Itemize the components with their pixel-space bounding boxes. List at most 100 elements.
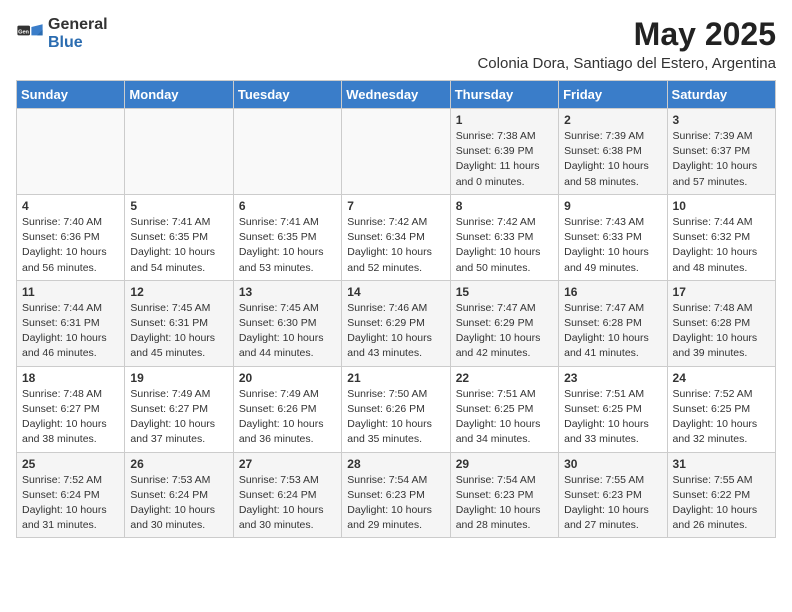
day-number: 14 — [347, 285, 444, 299]
calendar-cell: 24Sunrise: 7:52 AM Sunset: 6:25 PM Dayli… — [667, 366, 775, 452]
day-number: 16 — [564, 285, 661, 299]
calendar-cell: 12Sunrise: 7:45 AM Sunset: 6:31 PM Dayli… — [125, 280, 233, 366]
day-info: Sunrise: 7:41 AM Sunset: 6:35 PM Dayligh… — [130, 215, 227, 276]
calendar-cell: 13Sunrise: 7:45 AM Sunset: 6:30 PM Dayli… — [233, 280, 341, 366]
day-number: 10 — [673, 199, 770, 213]
subtitle: Colonia Dora, Santiago del Estero, Argen… — [477, 55, 776, 72]
day-number: 17 — [673, 285, 770, 299]
calendar-week-row: 4 Sunrise: 7:40 AM Sunset: 6:36 PM Daylig… — [17, 194, 776, 280]
calendar-cell: 19Sunrise: 7:49 AM Sunset: 6:27 PM Dayli… — [125, 366, 233, 452]
day-number: 27 — [239, 457, 336, 471]
calendar-cell: 5 Sunrise: 7:41 AM Sunset: 6:35 PM Daylig… — [125, 194, 233, 280]
day-info: Sunrise: 7:47 AM Sunset: 6:28 PM Dayligh… — [564, 301, 661, 362]
calendar-cell: 15 Sunrise: 7:47 AM Sunset: 6:29 PM Dayli… — [450, 280, 558, 366]
day-info: Sunrise: 7:54 AM Sunset: 6:23 PM Dayligh… — [456, 473, 553, 534]
calendar-cell: 23 Sunrise: 7:51 AM Sunset: 6:25 PM Dayli… — [559, 366, 667, 452]
day-number: 21 — [347, 371, 444, 385]
calendar-cell — [17, 109, 125, 195]
calendar-header-sunday: Sunday — [17, 81, 125, 109]
day-info: Sunrise: 7:44 AM Sunset: 6:32 PM Dayligh… — [673, 215, 770, 276]
calendar-cell: 3Sunrise: 7:39 AM Sunset: 6:37 PM Daylig… — [667, 109, 775, 195]
calendar-cell: 14 Sunrise: 7:46 AM Sunset: 6:29 PM Dayli… — [342, 280, 450, 366]
day-info: Sunrise: 7:38 AM Sunset: 6:39 PM Dayligh… — [456, 129, 553, 190]
day-number: 6 — [239, 199, 336, 213]
day-info: Sunrise: 7:45 AM Sunset: 6:30 PM Dayligh… — [239, 301, 336, 362]
day-info: Sunrise: 7:49 AM Sunset: 6:26 PM Dayligh… — [239, 387, 336, 448]
day-info: Sunrise: 7:39 AM Sunset: 6:37 PM Dayligh… — [673, 129, 770, 190]
calendar-cell: 28Sunrise: 7:54 AM Sunset: 6:23 PM Dayli… — [342, 452, 450, 538]
day-info: Sunrise: 7:46 AM Sunset: 6:29 PM Dayligh… — [347, 301, 444, 362]
calendar-week-row: 25 Sunrise: 7:52 AM Sunset: 6:24 PM Dayli… — [17, 452, 776, 538]
calendar-cell: 26 Sunrise: 7:53 AM Sunset: 6:24 PM Dayli… — [125, 452, 233, 538]
calendar-cell: 6 Sunrise: 7:41 AM Sunset: 6:35 PM Daylig… — [233, 194, 341, 280]
calendar-cell: 11 Sunrise: 7:44 AM Sunset: 6:31 PM Dayli… — [17, 280, 125, 366]
calendar-cell — [233, 109, 341, 195]
day-info: Sunrise: 7:51 AM Sunset: 6:25 PM Dayligh… — [564, 387, 661, 448]
day-number: 30 — [564, 457, 661, 471]
calendar-header-monday: Monday — [125, 81, 233, 109]
day-number: 2 — [564, 113, 661, 127]
calendar-header-tuesday: Tuesday — [233, 81, 341, 109]
calendar-cell: 27Sunrise: 7:53 AM Sunset: 6:24 PM Dayli… — [233, 452, 341, 538]
day-number: 4 — [22, 199, 119, 213]
calendar-cell: 10 Sunrise: 7:44 AM Sunset: 6:32 PM Dayli… — [667, 194, 775, 280]
logo: Gen General Blue — [16, 16, 108, 51]
calendar-header-row: SundayMondayTuesdayWednesdayThursdayFrid… — [17, 81, 776, 109]
calendar-cell: 9 Sunrise: 7:43 AM Sunset: 6:33 PM Daylig… — [559, 194, 667, 280]
calendar-week-row: 1 Sunrise: 7:38 AM Sunset: 6:39 PM Daylig… — [17, 109, 776, 195]
calendar-cell: 4 Sunrise: 7:40 AM Sunset: 6:36 PM Daylig… — [17, 194, 125, 280]
day-number: 11 — [22, 285, 119, 299]
day-info: Sunrise: 7:42 AM Sunset: 6:34 PM Dayligh… — [347, 215, 444, 276]
calendar-cell: 25 Sunrise: 7:52 AM Sunset: 6:24 PM Dayli… — [17, 452, 125, 538]
calendar-cell: 22Sunrise: 7:51 AM Sunset: 6:25 PM Dayli… — [450, 366, 558, 452]
day-info: Sunrise: 7:54 AM Sunset: 6:23 PM Dayligh… — [347, 473, 444, 534]
day-info: Sunrise: 7:41 AM Sunset: 6:35 PM Dayligh… — [239, 215, 336, 276]
day-number: 31 — [673, 457, 770, 471]
logo-general-text: General — [48, 16, 108, 34]
day-number: 19 — [130, 371, 227, 385]
day-info: Sunrise: 7:47 AM Sunset: 6:29 PM Dayligh… — [456, 301, 553, 362]
day-info: Sunrise: 7:53 AM Sunset: 6:24 PM Dayligh… — [130, 473, 227, 534]
day-info: Sunrise: 7:39 AM Sunset: 6:38 PM Dayligh… — [564, 129, 661, 190]
day-number: 9 — [564, 199, 661, 213]
day-info: Sunrise: 7:48 AM Sunset: 6:27 PM Dayligh… — [22, 387, 119, 448]
day-number: 15 — [456, 285, 553, 299]
day-info: Sunrise: 7:43 AM Sunset: 6:33 PM Dayligh… — [564, 215, 661, 276]
calendar-cell: 29Sunrise: 7:54 AM Sunset: 6:23 PM Dayli… — [450, 452, 558, 538]
day-info: Sunrise: 7:50 AM Sunset: 6:26 PM Dayligh… — [347, 387, 444, 448]
title-block: May 2025 Colonia Dora, Santiago del Este… — [477, 16, 776, 72]
main-title: May 2025 — [477, 16, 776, 53]
page-header: Gen General Blue May 2025 Colonia Dora, … — [16, 16, 776, 72]
day-info: Sunrise: 7:48 AM Sunset: 6:28 PM Dayligh… — [673, 301, 770, 362]
day-info: Sunrise: 7:55 AM Sunset: 6:23 PM Dayligh… — [564, 473, 661, 534]
day-number: 25 — [22, 457, 119, 471]
calendar-table: SundayMondayTuesdayWednesdayThursdayFrid… — [16, 80, 776, 538]
calendar-cell: 21 Sunrise: 7:50 AM Sunset: 6:26 PM Dayli… — [342, 366, 450, 452]
calendar-cell: 30 Sunrise: 7:55 AM Sunset: 6:23 PM Dayli… — [559, 452, 667, 538]
day-number: 22 — [456, 371, 553, 385]
day-number: 1 — [456, 113, 553, 127]
calendar-week-row: 11 Sunrise: 7:44 AM Sunset: 6:31 PM Dayli… — [17, 280, 776, 366]
day-number: 26 — [130, 457, 227, 471]
day-number: 23 — [564, 371, 661, 385]
calendar-cell: 20Sunrise: 7:49 AM Sunset: 6:26 PM Dayli… — [233, 366, 341, 452]
day-info: Sunrise: 7:52 AM Sunset: 6:24 PM Dayligh… — [22, 473, 119, 534]
calendar-header-wednesday: Wednesday — [342, 81, 450, 109]
day-info: Sunrise: 7:42 AM Sunset: 6:33 PM Dayligh… — [456, 215, 553, 276]
calendar-cell: 17 Sunrise: 7:48 AM Sunset: 6:28 PM Dayli… — [667, 280, 775, 366]
day-info: Sunrise: 7:40 AM Sunset: 6:36 PM Dayligh… — [22, 215, 119, 276]
day-number: 18 — [22, 371, 119, 385]
svg-text:Gen: Gen — [18, 29, 29, 35]
calendar-cell: 18 Sunrise: 7:48 AM Sunset: 6:27 PM Dayli… — [17, 366, 125, 452]
day-info: Sunrise: 7:52 AM Sunset: 6:25 PM Dayligh… — [673, 387, 770, 448]
calendar-cell: 31 Sunrise: 7:55 AM Sunset: 6:22 PM Dayli… — [667, 452, 775, 538]
logo-icon: Gen — [16, 20, 44, 48]
calendar-header-thursday: Thursday — [450, 81, 558, 109]
calendar-cell: 16 Sunrise: 7:47 AM Sunset: 6:28 PM Dayli… — [559, 280, 667, 366]
day-info: Sunrise: 7:44 AM Sunset: 6:31 PM Dayligh… — [22, 301, 119, 362]
day-info: Sunrise: 7:45 AM Sunset: 6:31 PM Dayligh… — [130, 301, 227, 362]
day-number: 8 — [456, 199, 553, 213]
calendar-cell: 2 Sunrise: 7:39 AM Sunset: 6:38 PM Daylig… — [559, 109, 667, 195]
day-info: Sunrise: 7:55 AM Sunset: 6:22 PM Dayligh… — [673, 473, 770, 534]
day-number: 5 — [130, 199, 227, 213]
